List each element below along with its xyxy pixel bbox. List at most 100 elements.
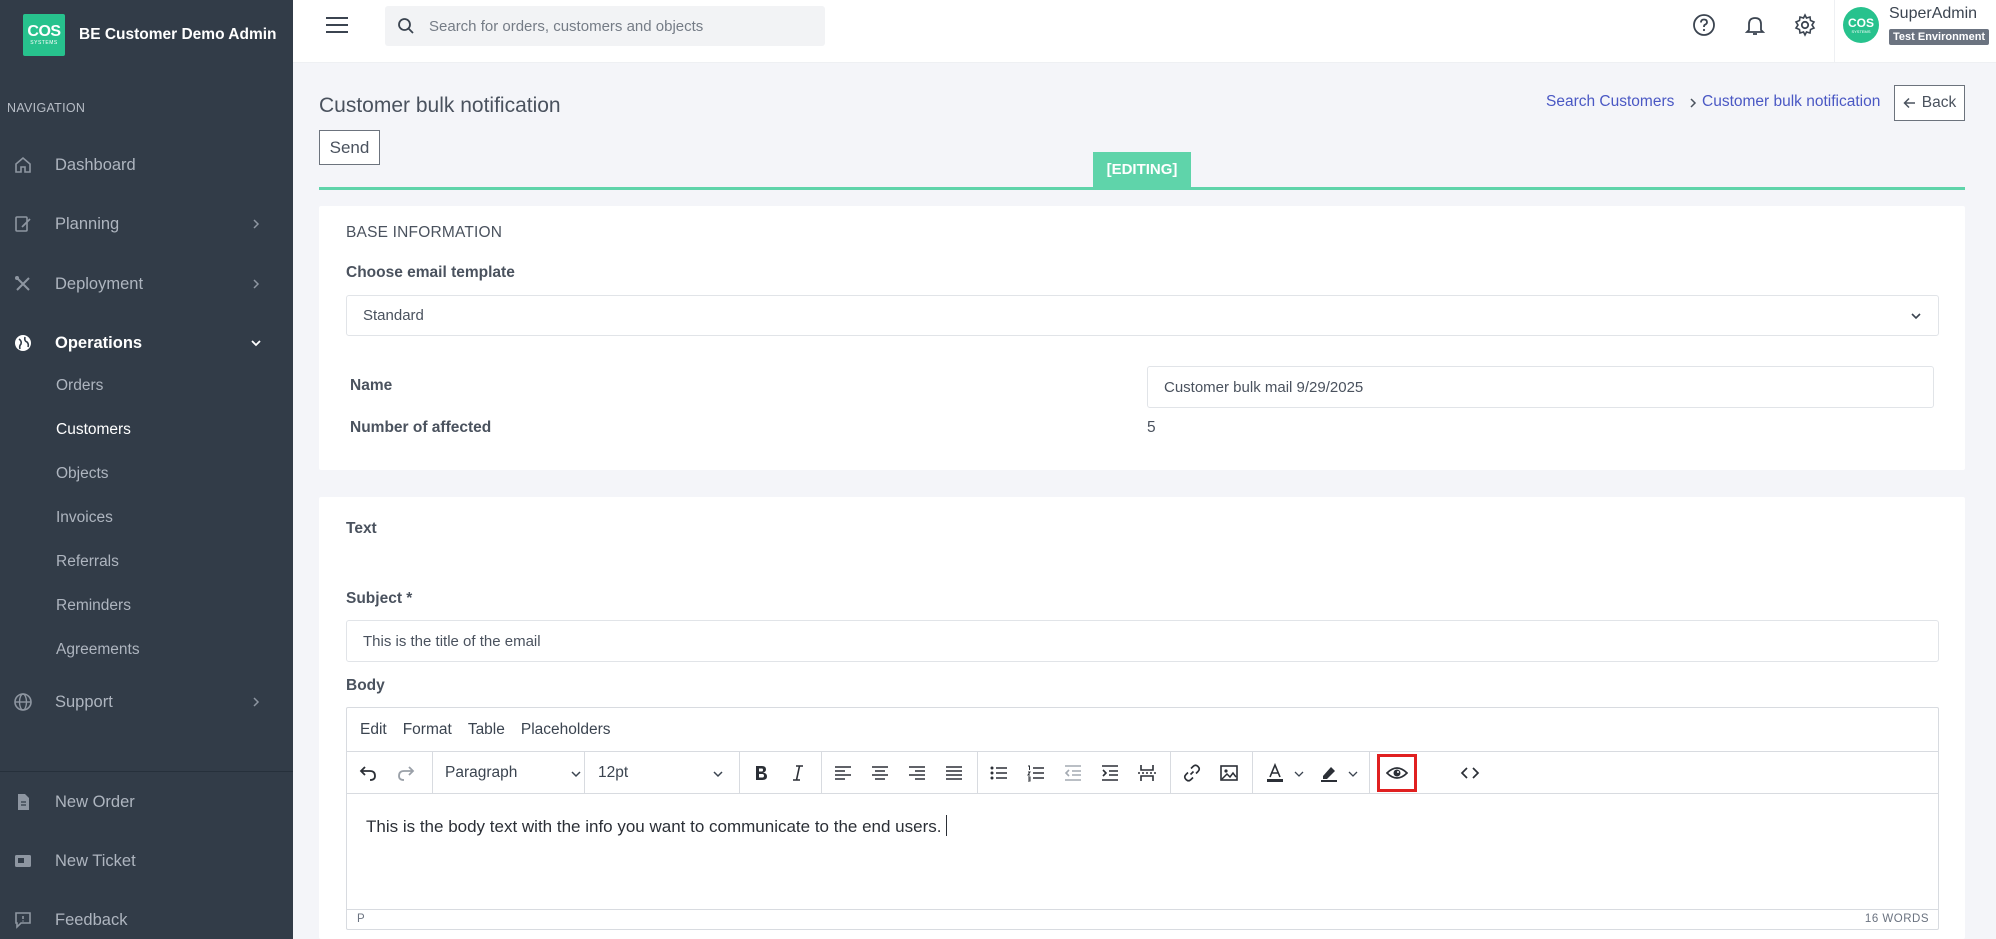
sidebar-item-dashboard[interactable]: Dashboard <box>0 145 293 185</box>
help-icon[interactable] <box>1692 13 1716 37</box>
email-template-label: Choose email template <box>346 264 515 281</box>
element-path[interactable]: P <box>357 913 365 925</box>
redo-icon <box>398 766 415 781</box>
menu-placeholders[interactable]: Placeholders <box>521 721 611 739</box>
block-format-value: Paragraph <box>445 764 518 781</box>
highlight-color-button[interactable] <box>1318 762 1340 784</box>
block-format-select[interactable]: Paragraph <box>445 752 590 794</box>
affected-value: 5 <box>1147 419 1156 436</box>
menu-format[interactable]: Format <box>403 721 452 739</box>
globe-outline-icon <box>14 693 32 711</box>
bullet-list-button[interactable] <box>988 762 1010 784</box>
insert-link-button[interactable] <box>1181 762 1203 784</box>
undo-button[interactable] <box>357 762 379 784</box>
page-break-icon <box>1138 765 1156 781</box>
font-size-select[interactable]: 12pt <box>598 752 728 794</box>
sidebar-item-operations[interactable]: Operations <box>0 323 293 363</box>
sidebar-divider <box>0 771 293 772</box>
italic-icon <box>793 765 803 781</box>
sidebar-item-new-ticket[interactable]: New Ticket <box>0 841 293 881</box>
brand-name: BE Customer Demo Admin <box>79 26 277 43</box>
name-field[interactable]: Customer bulk mail 9/29/2025 <box>1147 366 1934 408</box>
sidebar-item-feedback[interactable]: Feedback <box>0 900 293 939</box>
menu-edit[interactable]: Edit <box>360 721 387 739</box>
align-left-icon <box>835 766 851 780</box>
send-button[interactable]: Send <box>319 130 380 165</box>
toolbar-separator <box>584 752 585 794</box>
toolbar-separator <box>1369 752 1370 794</box>
text-section-title: Text <box>346 520 377 537</box>
sidebar-subitem-referrals[interactable]: Referrals <box>56 553 119 571</box>
page-break-button[interactable] <box>1136 762 1158 784</box>
sidebar-item-support[interactable]: Support <box>0 682 293 722</box>
sidebar-subitem-objects[interactable]: Objects <box>56 465 109 483</box>
preview-highlight-box <box>1377 754 1417 792</box>
sidebar-item-new-order[interactable]: New Order <box>0 782 293 822</box>
insert-image-button[interactable] <box>1218 762 1240 784</box>
indent-icon <box>1102 765 1118 781</box>
document-icon <box>18 794 29 810</box>
editor-content[interactable]: This is the body text with the info you … <box>366 815 948 837</box>
highlight-dropdown-icon[interactable] <box>1347 768 1359 780</box>
align-center-button[interactable] <box>869 762 891 784</box>
sidebar-subitem-customers[interactable]: Customers <box>56 421 131 439</box>
text-caret <box>946 815 948 836</box>
text-color-button[interactable] <box>1264 762 1286 784</box>
logo-text: COS <box>27 23 61 40</box>
notification-bell-icon[interactable] <box>1743 13 1767 37</box>
logo-subtext: SYSTEMS <box>30 40 58 46</box>
outdent-button[interactable] <box>1062 762 1084 784</box>
text-color-dropdown-icon[interactable] <box>1293 768 1305 780</box>
chevron-down-icon <box>713 771 723 778</box>
base-information-card <box>319 206 1965 470</box>
redo-button[interactable] <box>395 762 417 784</box>
settings-gear-icon[interactable] <box>1793 13 1817 37</box>
user-name: SuperAdmin <box>1889 5 1978 22</box>
sidebar-subitem-orders[interactable]: Orders <box>56 377 103 395</box>
sidebar-subitem-invoices[interactable]: Invoices <box>56 509 113 527</box>
home-icon <box>15 156 31 173</box>
breadcrumb-search-customers[interactable]: Search Customers <box>1546 93 1674 111</box>
align-left-button[interactable] <box>832 762 854 784</box>
search-input[interactable] <box>429 17 809 35</box>
back-button[interactable]: Back <box>1894 85 1965 121</box>
sidebar-subitem-reminders[interactable]: Reminders <box>56 597 131 615</box>
undo-icon <box>359 766 376 781</box>
brand[interactable]: COS SYSTEMS BE Customer Demo Admin <box>0 0 293 70</box>
text-color-icon <box>1267 763 1283 782</box>
align-justify-button[interactable] <box>943 762 965 784</box>
sidebar-item-deployment[interactable]: Deployment <box>0 264 293 304</box>
email-template-select[interactable]: Standard <box>346 295 1939 336</box>
chevron-right-icon <box>253 279 260 289</box>
menu-icon[interactable] <box>325 15 349 35</box>
word-count[interactable]: 16 WORDS <box>1865 913 1929 925</box>
base-information-title: BASE INFORMATION <box>346 224 503 241</box>
sidebar-item-label: New Order <box>55 792 135 811</box>
italic-button[interactable] <box>787 762 809 784</box>
clipboard-edit-icon <box>15 216 31 232</box>
sidebar-item-label: Feedback <box>55 910 128 929</box>
ticket-icon <box>15 855 31 867</box>
editor-statusbar: P 16 WORDS <box>347 909 1938 929</box>
numbered-list-button[interactable] <box>1025 762 1047 784</box>
breadcrumb-current[interactable]: Customer bulk notification <box>1702 93 1880 111</box>
nav-heading: NAVIGATION <box>7 101 86 115</box>
user-menu[interactable]: COS SYSTEMS SuperAdmin Test Environment <box>1834 0 1996 63</box>
subject-field[interactable]: This is the title of the email <box>346 620 1939 662</box>
bold-button[interactable] <box>750 762 772 784</box>
chevron-right-icon <box>253 697 260 707</box>
toolbar-separator <box>1170 752 1171 794</box>
link-icon <box>1183 764 1201 782</box>
source-code-button[interactable] <box>1459 762 1481 784</box>
sidebar-item-label: Operations <box>55 333 143 352</box>
name-field-value: Customer bulk mail 9/29/2025 <box>1164 378 1364 396</box>
subject-field-value: This is the title of the email <box>363 632 541 650</box>
menu-table[interactable]: Table <box>468 721 505 739</box>
sidebar-subitem-agreements[interactable]: Agreements <box>56 641 140 659</box>
indent-button[interactable] <box>1099 762 1121 784</box>
search-box[interactable] <box>385 6 825 46</box>
align-right-button[interactable] <box>906 762 928 784</box>
editor-toolbar: Paragraph 12pt <box>347 751 1938 794</box>
globe-icon <box>15 335 31 351</box>
sidebar-item-planning[interactable]: Planning <box>0 204 293 244</box>
